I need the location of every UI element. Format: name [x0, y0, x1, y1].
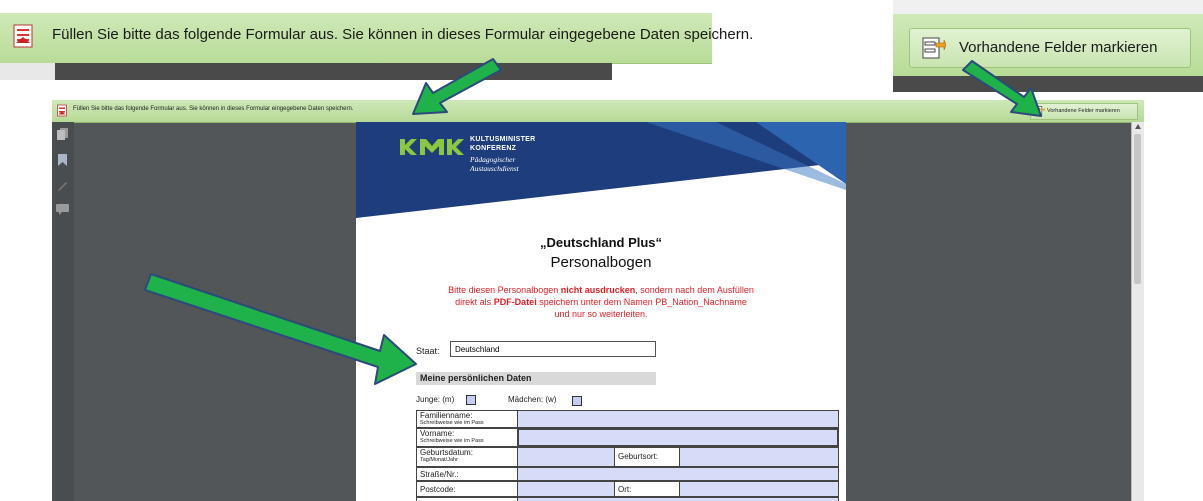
document-header-graphic	[356, 122, 846, 218]
next-row-field[interactable]	[517, 497, 839, 501]
comment-icon[interactable]	[56, 204, 69, 215]
staat-field[interactable]: Deutschland	[450, 341, 656, 357]
geburtsort-field[interactable]	[679, 447, 839, 467]
junge-checkbox[interactable]	[466, 395, 476, 405]
section-heading-bar: Meine persönlichen Daten	[416, 372, 656, 385]
document-subtitle: Personalbogen	[550, 254, 652, 271]
signature-icon[interactable]	[57, 180, 68, 191]
maedchen-checkbox[interactable]	[572, 396, 582, 406]
logo-line-4: Austauschdienst	[470, 164, 519, 173]
geburtsort-label-cell: Geburtsort:	[614, 447, 680, 467]
form-message-bar: Füllen Sie bitte das folgende Formular a…	[52, 100, 1144, 123]
highlight-fields-label-zoomed: Vorhandene Felder markieren	[959, 39, 1158, 56]
logo-line-3: Pädagogischer	[470, 155, 516, 164]
junge-label: Junge: (m)	[416, 395, 455, 404]
message-text-zoomed: Füllen Sie bitte das folgende Formular a…	[52, 26, 754, 43]
kmk-logo-mark	[400, 139, 464, 155]
strasse-field[interactable]	[517, 467, 839, 481]
geburtsdatum-field[interactable]	[517, 447, 615, 467]
strasse-label-cell: Straße/Nr.:	[416, 467, 518, 481]
navigation-sidebar	[52, 122, 74, 501]
maedchen-label: Mädchen: (w)	[508, 395, 557, 404]
vorname-field[interactable]	[517, 428, 839, 447]
staat-label: Staat:	[416, 346, 440, 356]
instruction-text: Bitte diesen Personalbogen nicht ausdruc…	[448, 285, 754, 319]
highlight-fields-button[interactable]: Vorhandene Felder markieren	[1030, 103, 1138, 120]
ort-label-cell: Ort:	[614, 481, 680, 497]
bookmark-icon[interactable]	[58, 154, 67, 166]
postcode-label-cell: Postcode:	[416, 481, 518, 497]
pdf-form-icon	[57, 104, 67, 117]
form-message-text: Füllen Sie bitte das folgende Formular a…	[73, 106, 354, 112]
document-title: „Deutschland Plus“	[539, 235, 663, 250]
geburtsdatum-label-cell: Geburtsdatum: Tag/Monat/Jahr	[416, 447, 518, 467]
familienname-field[interactable]	[517, 410, 839, 428]
postcode-field[interactable]	[517, 481, 615, 497]
section-heading: Meine persönlichen Daten	[420, 373, 532, 383]
form-fields-icon	[1034, 106, 1045, 116]
logo-line-2: KONFERENZ	[470, 145, 517, 152]
vertical-scrollbar[interactable]	[1131, 122, 1144, 501]
scroll-up-icon[interactable]	[1135, 124, 1141, 129]
zoom-callout-message-bar: Füllen Sie bitte das folgende Formular a…	[0, 0, 753, 80]
ort-field[interactable]	[679, 481, 839, 497]
highlight-fields-button-zoomed[interactable]: Vorhandene Felder markieren	[909, 28, 1191, 68]
logo-line-1: KULTUSMINISTER	[470, 136, 536, 143]
zoom-callout-highlight-button: Vorhandene Felder markieren	[893, 0, 1203, 92]
highlight-fields-label: Vorhandene Felder markieren	[1047, 108, 1120, 114]
vorname-label-cell: Vorname: Schreibweise wie im Pass	[416, 428, 518, 447]
familienname-label-cell: Familienname: Schreibweise wie im Pass	[416, 410, 518, 428]
pdf-form-icon	[13, 24, 33, 48]
scrollbar-thumb[interactable]	[1134, 134, 1141, 284]
pages-icon[interactable]	[57, 128, 68, 140]
document-page: KULTUSMINISTER KONFERENZ Pädagogischer A…	[356, 122, 846, 501]
form-fields-icon	[922, 37, 946, 59]
pdf-reader-window: Füllen Sie bitte das folgende Formular a…	[52, 100, 1144, 501]
